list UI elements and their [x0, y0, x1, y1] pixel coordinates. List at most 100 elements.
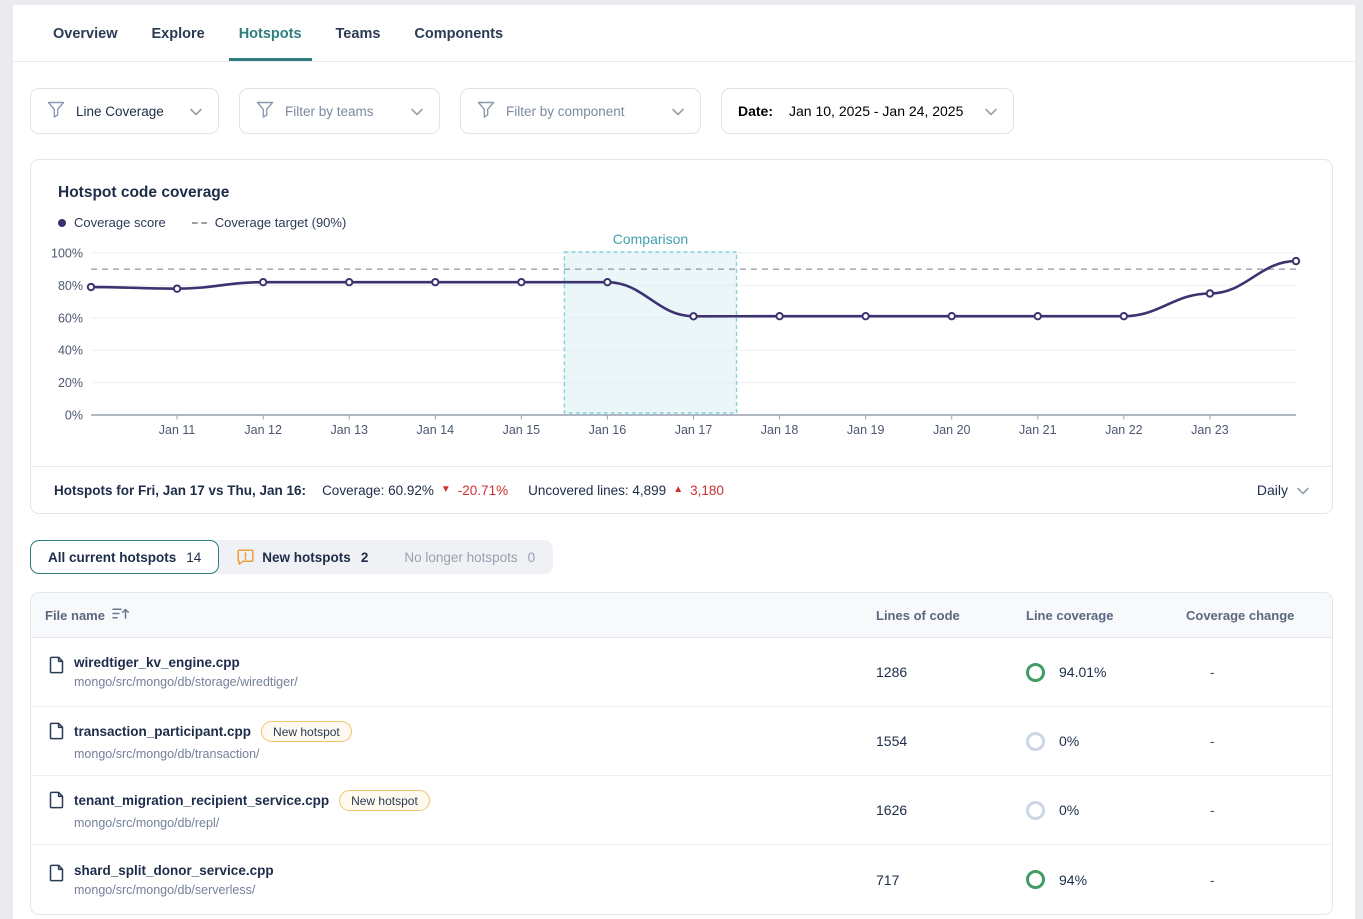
summary-coverage: Coverage: 60.92%	[322, 483, 434, 498]
svg-text:40%: 40%	[58, 344, 83, 358]
file-icon-slot	[49, 790, 64, 814]
nav-tab-label: Components	[414, 26, 503, 42]
svg-text:Jan 19: Jan 19	[847, 423, 885, 437]
table-row[interactable]: tenant_migration_recipient_service.cpp N…	[31, 776, 1332, 845]
svg-text:Jan 16: Jan 16	[589, 423, 627, 437]
coverage-value: 94.01%	[1059, 664, 1106, 680]
new-hotspot-badge: New hotspot	[261, 721, 352, 742]
nav-tab-overview[interactable]: Overview	[43, 5, 128, 61]
column-lines-of-code: Lines of code	[876, 608, 1026, 623]
file-icon-slot	[49, 721, 64, 745]
hotspot-filter-count: 2	[361, 550, 369, 565]
legend-dash-icon	[192, 222, 207, 224]
lines-of-code: 1554	[876, 733, 1026, 749]
interval-dropdown[interactable]: Daily	[1257, 482, 1309, 498]
legend-coverage-target: Coverage target (90%)	[192, 215, 347, 230]
component-filter-dropdown[interactable]: Filter by component	[460, 88, 701, 134]
svg-text:Jan 18: Jan 18	[761, 423, 799, 437]
svg-text:Jan 15: Jan 15	[503, 423, 541, 437]
chart-title: Hotspot code coverage	[58, 184, 1305, 202]
column-label: File name	[45, 608, 105, 623]
table-row[interactable]: shard_split_donor_service.cpp mongo/src/…	[31, 845, 1332, 914]
new-hotspot-badge: New hotspot	[339, 790, 430, 811]
table-header: File name Lines of code Line coverage Co…	[31, 593, 1332, 638]
summary-label: Hotspots for Fri, Jan 17 vs Thu, Jan 16:	[54, 483, 306, 498]
file-cell: tenant_migration_recipient_service.cpp N…	[31, 790, 876, 830]
chevron-down-icon	[411, 108, 423, 116]
coverage-value: 94%	[1059, 872, 1087, 888]
date-range-value: Jan 10, 2025 - Jan 24, 2025	[789, 103, 963, 119]
coverage-value: 0%	[1059, 802, 1079, 818]
coverage-change: -	[1186, 664, 1332, 680]
file-name: shard_split_donor_service.cpp	[74, 863, 274, 878]
table-row[interactable]: transaction_participant.cpp New hotspot …	[31, 707, 1332, 776]
svg-text:60%: 60%	[58, 311, 83, 325]
coverage-chart: 0%20%40%60%80%100%ComparisonJan 11Jan 12…	[46, 230, 1331, 445]
chart-legend: Coverage score Coverage target (90%)	[58, 215, 1305, 230]
hotspot-filter-count: 0	[528, 550, 536, 565]
metric-filter-dropdown[interactable]: Line Coverage	[30, 88, 219, 134]
svg-text:Jan 22: Jan 22	[1105, 423, 1143, 437]
increase-triangle-icon: ▲	[673, 485, 683, 495]
coverage-ring-icon	[1026, 663, 1045, 682]
file-cell: shard_split_donor_service.cpp mongo/src/…	[31, 863, 876, 897]
nav-tab-components[interactable]: Components	[404, 5, 513, 61]
column-line-coverage: Line coverage	[1026, 608, 1186, 623]
svg-text:20%: 20%	[58, 376, 83, 390]
coverage-change: -	[1186, 802, 1332, 818]
file-name: wiredtiger_kv_engine.cpp	[74, 655, 240, 670]
file-icon	[49, 656, 64, 674]
date-range-dropdown[interactable]: Date: Jan 10, 2025 - Jan 24, 2025	[721, 88, 1014, 134]
coverage-value: 0%	[1059, 733, 1079, 749]
svg-text:Jan 12: Jan 12	[244, 423, 282, 437]
hotspots-table: File name Lines of code Line coverage Co…	[30, 592, 1333, 915]
svg-text:0%: 0%	[65, 409, 83, 423]
file-path: mongo/src/mongo/db/transaction/	[74, 747, 352, 761]
hotspot-filter-option[interactable]: No longer hotspots 0	[386, 540, 553, 574]
nav-tab-hotspots[interactable]: Hotspots	[229, 5, 312, 61]
file-cell: transaction_participant.cpp New hotspot …	[31, 721, 876, 761]
lines-of-code: 1286	[876, 664, 1026, 680]
decrease-triangle-icon: ▼	[441, 485, 451, 495]
hotspot-filter-option[interactable]: New hotspots 2	[219, 540, 386, 574]
nav-tab-label: Explore	[152, 26, 205, 42]
lines-of-code: 717	[876, 872, 1026, 888]
nav-tab-teams[interactable]: Teams	[326, 5, 391, 61]
svg-text:Jan 21: Jan 21	[1019, 423, 1057, 437]
hotspot-filter-count: 14	[186, 550, 201, 565]
chevron-down-icon	[985, 108, 997, 116]
svg-text:Comparison: Comparison	[613, 231, 688, 247]
chevron-down-icon	[672, 108, 684, 116]
funnel-icon	[47, 101, 65, 118]
lines-of-code: 1626	[876, 802, 1026, 818]
file-path: mongo/src/mongo/db/repl/	[74, 816, 430, 830]
coverage-change: -	[1186, 872, 1332, 888]
svg-text:Jan 14: Jan 14	[417, 423, 455, 437]
legend-dot-icon	[58, 219, 66, 227]
column-file-name[interactable]: File name	[31, 607, 876, 623]
chevron-down-icon	[190, 108, 202, 116]
coverage-change: -	[1186, 733, 1332, 749]
file-icon	[49, 791, 64, 809]
new-hotspot-icon	[237, 549, 254, 565]
nav-tab-label: Overview	[53, 26, 118, 42]
teams-filter-dropdown[interactable]: Filter by teams	[239, 88, 440, 134]
nav-tab-label: Teams	[336, 26, 381, 42]
nav-tab-explore[interactable]: Explore	[142, 5, 215, 61]
coverage-ring-icon	[1026, 801, 1045, 820]
chevron-down-icon	[1297, 487, 1309, 495]
file-path: mongo/src/mongo/db/serverless/	[74, 883, 274, 897]
interval-value: Daily	[1257, 482, 1288, 498]
hotspot-filter-label: No longer hotspots	[404, 550, 517, 565]
file-icon	[49, 864, 64, 882]
file-cell: wiredtiger_kv_engine.cpp mongo/src/mongo…	[31, 655, 876, 689]
hotspot-filter-option[interactable]: All current hotspots 14	[30, 540, 219, 574]
svg-text:Jan 17: Jan 17	[675, 423, 713, 437]
legend-label: Coverage target (90%)	[215, 215, 347, 230]
nav-tab-label: Hotspots	[239, 26, 302, 42]
table-row[interactable]: wiredtiger_kv_engine.cpp mongo/src/mongo…	[31, 638, 1332, 707]
metric-filter-label: Line Coverage	[76, 104, 164, 119]
hotspot-filter-label: New hotspots	[262, 550, 351, 565]
summary-uncovered-delta: 3,180	[690, 483, 724, 498]
file-name: tenant_migration_recipient_service.cpp	[74, 793, 329, 808]
